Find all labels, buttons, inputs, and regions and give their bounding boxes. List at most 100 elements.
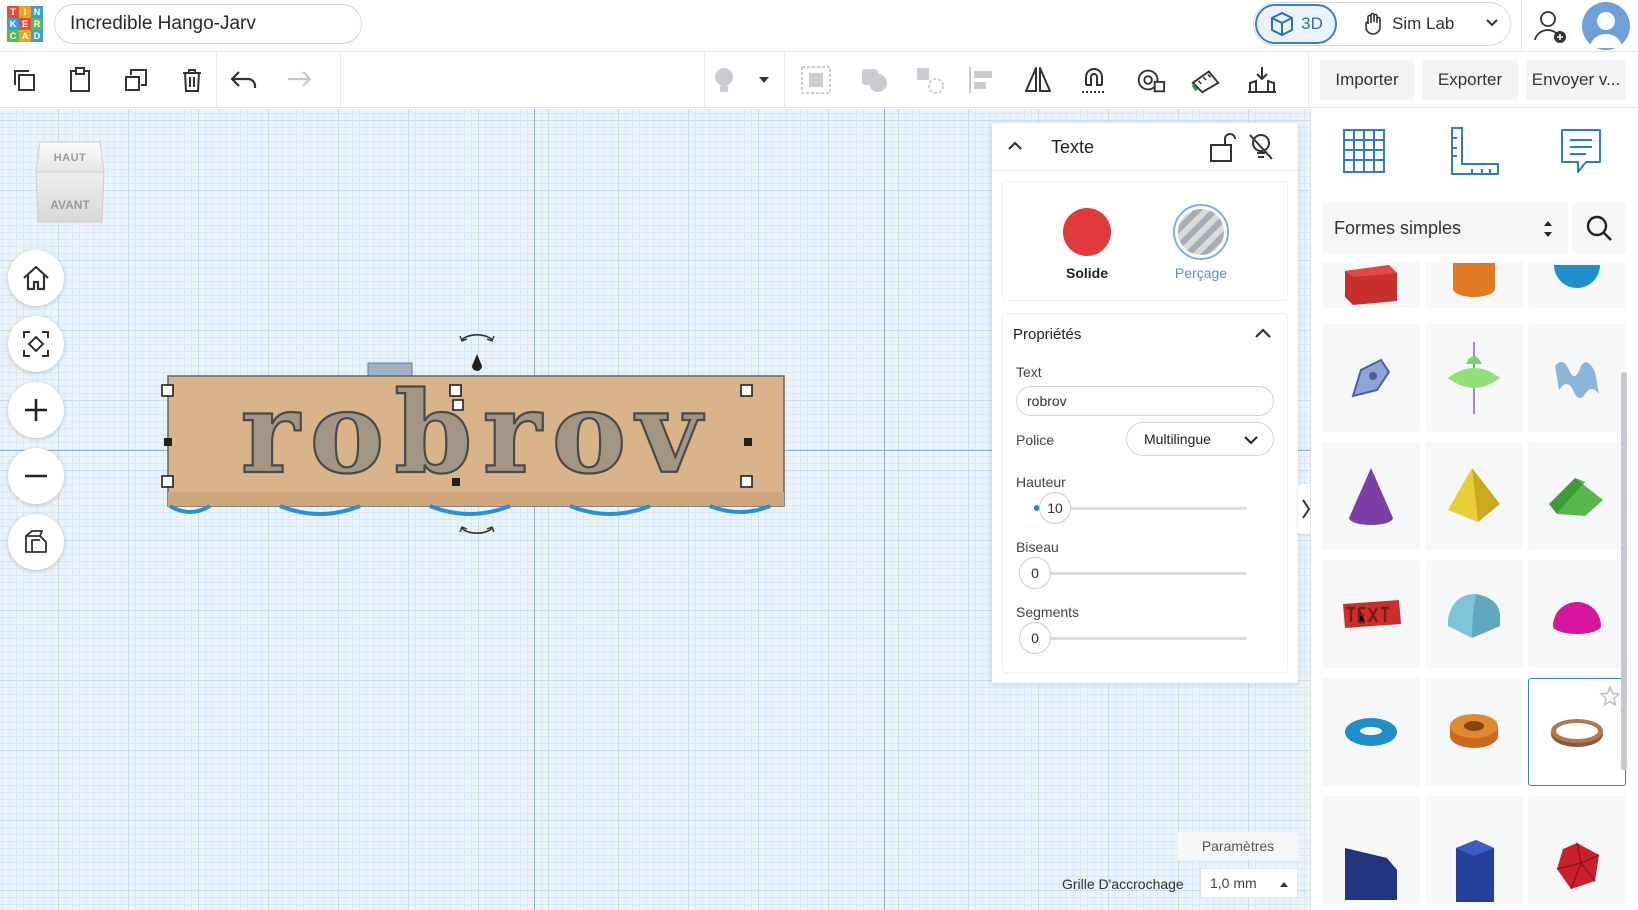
text-shape[interactable]: robrov <box>150 330 800 540</box>
select-arrows-icon <box>1544 221 1552 237</box>
shape-panel-scrollbar[interactable] <box>1621 372 1627 770</box>
paste-icon[interactable] <box>64 64 96 96</box>
search-button[interactable] <box>1572 203 1626 253</box>
home-view-button[interactable] <box>8 250 64 306</box>
snap-grid-value: 1,0 mm <box>1210 875 1257 891</box>
add-user-icon[interactable] <box>1528 4 1572 48</box>
chevron-down-icon[interactable] <box>1484 14 1500 30</box>
solid-hole-card: Solide Perçage <box>1002 181 1288 301</box>
bevel-label: Biseau <box>1016 539 1059 555</box>
shape-tile-wave[interactable] <box>1528 324 1626 432</box>
shape-category-value: Formes simples <box>1334 218 1462 238</box>
shape-tile-text[interactable] <box>1322 560 1420 668</box>
lock-icon[interactable] <box>1207 131 1237 163</box>
star-icon[interactable] <box>1599 685 1621 707</box>
chevron-down-icon[interactable] <box>752 64 776 96</box>
shape-tile-half-cylinder[interactable] <box>1425 560 1523 668</box>
divider <box>1521 0 1522 52</box>
mirror-icon[interactable] <box>1022 64 1054 96</box>
import-button[interactable]: Importer <box>1320 60 1414 100</box>
snap-grid-label: Grille D'accrochage <box>1062 876 1184 892</box>
shape-text: robrov <box>241 368 712 499</box>
notes-icon[interactable] <box>1558 126 1604 178</box>
shape-tile-cone[interactable] <box>1322 442 1420 550</box>
ruler-icon[interactable] <box>1190 64 1222 96</box>
shape-tile-paraboloid[interactable] <box>1425 324 1523 432</box>
zoom-out-button[interactable] <box>8 448 64 504</box>
chevron-up-icon[interactable] <box>1006 137 1024 155</box>
fit-view-button[interactable] <box>8 316 64 372</box>
font-select-value: Multilingue <box>1144 431 1211 447</box>
project-name-input[interactable]: Incredible Hango-Jarv <box>54 4 362 44</box>
mode-3d-button[interactable]: 3D <box>1255 4 1337 44</box>
segments-slider-track[interactable] <box>1035 637 1247 640</box>
font-label: Police <box>1016 432 1055 448</box>
shape-tile-wedge[interactable] <box>1322 796 1420 904</box>
plus-icon <box>25 399 47 421</box>
hide-bulb-icon[interactable] <box>1246 131 1276 163</box>
snap-grid-select[interactable]: 1,0 mm <box>1200 868 1298 898</box>
send-to-button[interactable]: Envoyer v... <box>1526 60 1626 100</box>
roof-shape-icon <box>1549 478 1603 516</box>
shape-tile-torus[interactable] <box>1322 678 1420 786</box>
chevron-up-icon[interactable] <box>1253 324 1273 342</box>
duplicate-icon[interactable] <box>120 64 152 96</box>
bevel-slider-track[interactable] <box>1035 572 1247 575</box>
height-slider-knob[interactable]: 10 <box>1039 492 1071 524</box>
toolbar: Importer Exporter Envoyer v... <box>0 52 1638 108</box>
grid-icon[interactable] <box>1340 126 1388 176</box>
shape-tile-half-sphere[interactable] <box>1528 560 1626 668</box>
export-button[interactable]: Exporter <box>1422 60 1518 100</box>
workplane-icon[interactable] <box>1134 64 1166 96</box>
shape-tile-icosahedron[interactable] <box>1528 796 1626 904</box>
shape-tile-sphere[interactable] <box>1528 262 1626 308</box>
chevron-down-icon <box>1244 436 1258 445</box>
ungroup-icon[interactable] <box>858 64 890 96</box>
avatar[interactable] <box>1582 2 1630 50</box>
box-shape-icon <box>1345 265 1397 305</box>
settings-button[interactable]: Paramètres <box>1178 832 1298 860</box>
group-icon[interactable] <box>800 64 832 96</box>
shape-tile-scribble[interactable] <box>1322 324 1420 432</box>
sim-lab-button[interactable]: Sim Lab <box>1362 10 1454 38</box>
view-cube-top-label: HAUT <box>53 152 87 164</box>
copy-icon[interactable] <box>8 64 40 96</box>
properties-card: Propriétés Text robrov Police Multilingu… <box>1002 313 1288 673</box>
shape-category-select[interactable]: Formes simples <box>1322 203 1568 253</box>
text-input[interactable]: robrov <box>1016 386 1274 416</box>
half-sphere-shape-icon <box>1553 602 1601 634</box>
font-select[interactable]: Multilingue <box>1126 422 1274 456</box>
drop-icon[interactable] <box>1246 64 1278 96</box>
shape-tile-pyramid[interactable] <box>1425 442 1523 550</box>
wedge-shape-icon <box>1345 848 1397 900</box>
zoom-in-button[interactable] <box>8 382 64 438</box>
home-icon <box>23 265 49 291</box>
half-cylinder-shape-icon <box>1448 594 1500 638</box>
paraboloid-shape-icon <box>1448 342 1500 414</box>
shape-tile-ring[interactable] <box>1528 678 1626 786</box>
shape-tile-prism[interactable] <box>1425 796 1523 904</box>
redo-icon[interactable] <box>282 64 314 96</box>
shape-tile-cylinder[interactable] <box>1425 262 1523 308</box>
light-bulb-icon[interactable] <box>708 64 740 96</box>
divider <box>216 52 217 108</box>
prism-shape-icon <box>1456 840 1494 902</box>
undo-icon[interactable] <box>228 64 260 96</box>
shape-tile-roof[interactable] <box>1528 442 1626 550</box>
shape-tile-box[interactable] <box>1322 262 1420 308</box>
tinkercad-logo[interactable]: T I N K E R C A D <box>7 6 43 42</box>
segments-slider-knob[interactable]: 0 <box>1019 622 1051 654</box>
delete-icon[interactable] <box>176 64 208 96</box>
align-icon[interactable] <box>966 64 998 96</box>
solid-button[interactable] <box>1063 208 1111 256</box>
bevel-slider-knob[interactable]: 0 <box>1019 557 1051 589</box>
view-cube[interactable]: HAUT AVANT <box>32 138 108 226</box>
hole-button[interactable] <box>1173 204 1229 260</box>
ruler-corner-icon[interactable] <box>1448 124 1500 178</box>
cruise-icon[interactable] <box>1078 64 1110 96</box>
perspective-button[interactable] <box>8 514 64 570</box>
shape-tile-tube[interactable] <box>1425 678 1523 786</box>
shape-inspector: Texte Solide Perçage Propriétés Text rob… <box>992 123 1298 683</box>
search-icon <box>1586 215 1612 241</box>
solid-hole-icon[interactable] <box>914 64 946 96</box>
